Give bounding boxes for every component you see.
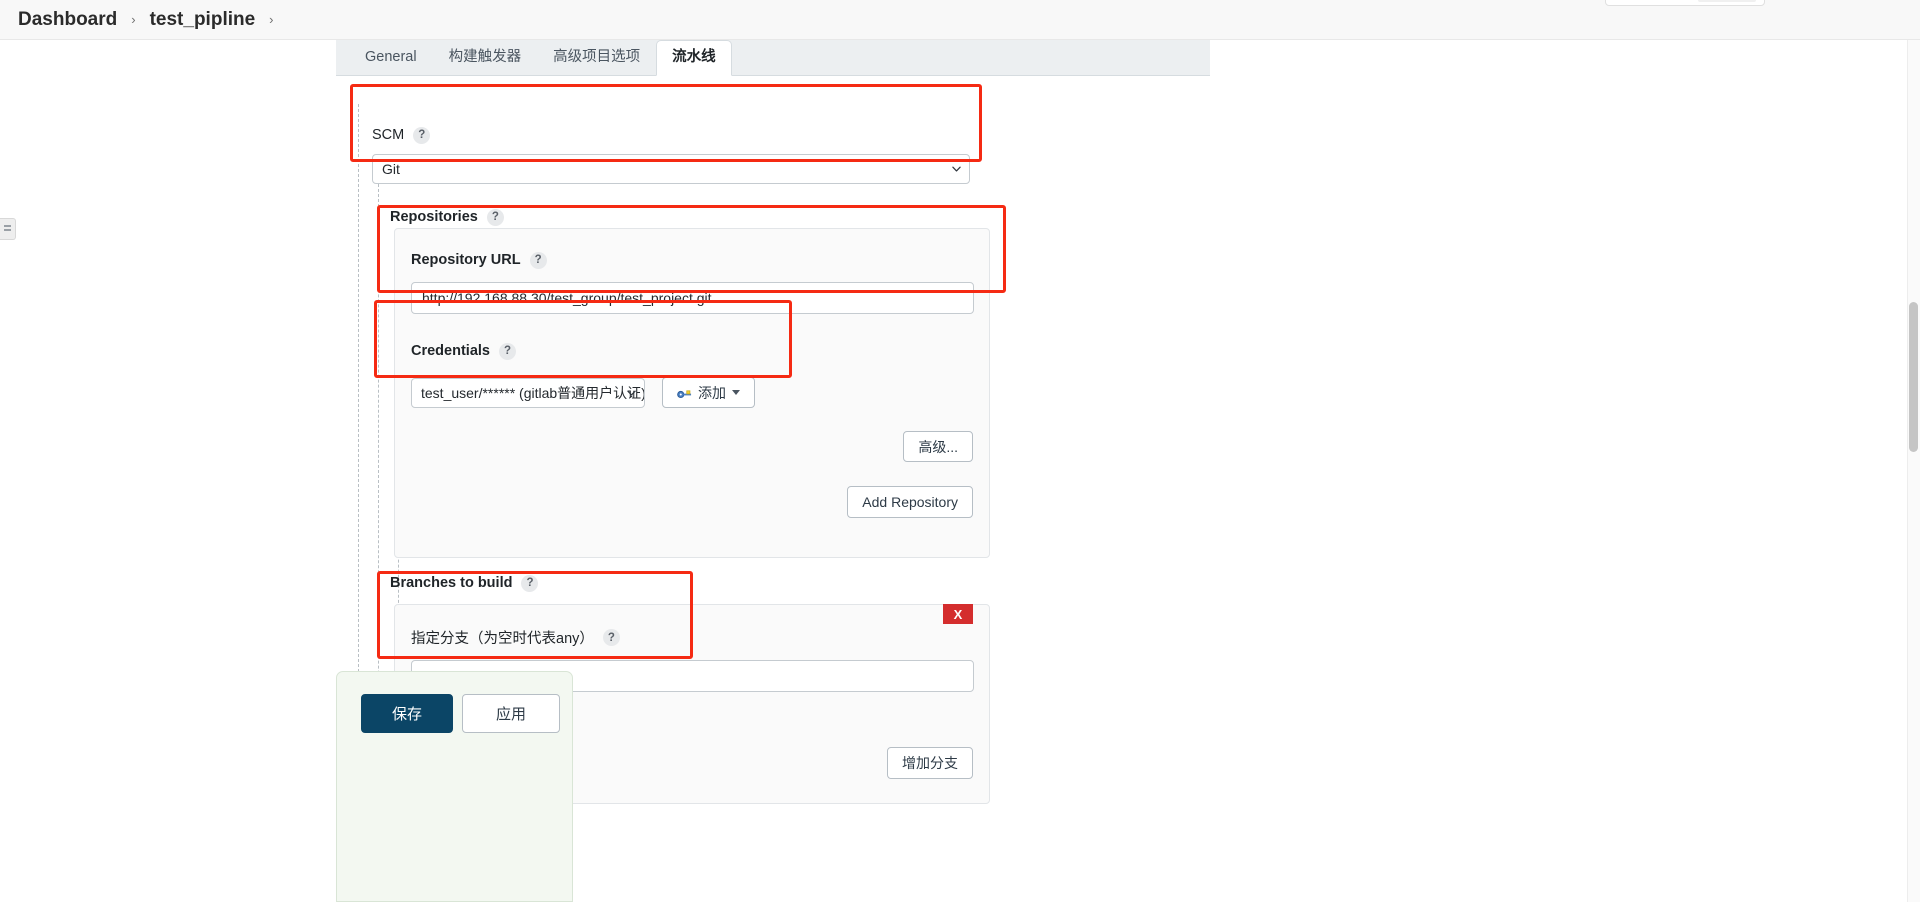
credentials-label: Credentials ? <box>411 342 516 360</box>
advanced-button[interactable]: 高级... <box>903 431 973 462</box>
sidebar-collapse-handle[interactable] <box>0 218 16 240</box>
page-background-left <box>0 40 336 902</box>
branches-label-row: Branches to build ? <box>390 574 539 592</box>
repository-url-field-wrap <box>411 282 974 314</box>
save-bar-buttons: 保存 应用 <box>361 694 561 733</box>
credentials-select[interactable]: test_user/****** (gitlab普通用户认证) <box>411 377 645 408</box>
add-credentials-button[interactable]: 添加 <box>662 377 755 408</box>
tab-advanced-project-options[interactable]: 高级项目选项 <box>537 40 656 75</box>
help-icon[interactable]: ? <box>521 574 539 592</box>
credentials-label-row: Credentials ? <box>411 342 516 360</box>
delete-branch-button[interactable]: X <box>943 604 973 624</box>
scm-label-row: SCM ? <box>372 126 431 144</box>
branch-specifier-label-text: 指定分支（为空时代表any） <box>411 631 594 647</box>
save-button[interactable]: 保存 <box>361 694 454 733</box>
tab-build-triggers[interactable]: 构建触发器 <box>433 40 538 75</box>
page-scrollbar-thumb[interactable] <box>1909 302 1918 452</box>
repository-url-input[interactable] <box>411 282 974 314</box>
floating-widget-fragment <box>1605 0 1765 6</box>
credentials-select-wrapper: test_user/****** (gitlab普通用户认证) <box>411 377 645 408</box>
repository-url-label-row: Repository URL ? <box>411 251 547 269</box>
sticky-save-bar: 保存 应用 <box>336 671 573 902</box>
branches-to-build-label: Branches to build ? <box>390 574 539 592</box>
repository-url-label: Repository URL ? <box>411 251 547 269</box>
page-scrollbar-track[interactable] <box>1907 40 1920 902</box>
help-icon[interactable]: ? <box>498 342 516 360</box>
credentials-row: test_user/****** (gitlab普通用户认证) 添加 <box>411 377 755 408</box>
breadcrumb: Dashboard › test_pipline › <box>0 0 1920 40</box>
repositories-label: Repositories ? <box>390 208 504 226</box>
repositories-label-text: Repositories <box>390 209 478 225</box>
repositories-label-row: Repositories ? <box>390 208 504 226</box>
add-branch-button[interactable]: 增加分支 <box>887 747 973 779</box>
help-icon[interactable]: ? <box>486 208 504 226</box>
help-icon[interactable]: ? <box>413 126 431 144</box>
repository-url-label-text: Repository URL <box>411 252 521 268</box>
page-background-right <box>1210 40 1907 902</box>
credentials-label-text: Credentials <box>411 343 490 359</box>
breadcrumb-item-test-pipline[interactable]: test_pipline <box>150 9 256 31</box>
repository-group-box: Repository URL ? Credentials ? test_user… <box>394 228 990 558</box>
tab-pipeline[interactable]: 流水线 <box>656 39 732 76</box>
scm-label: SCM ? <box>372 126 431 144</box>
branch-specifier-label: 指定分支（为空时代表any） ? <box>411 627 620 648</box>
add-credentials-label: 添加 <box>698 384 726 401</box>
scm-select-wrapper: Git <box>372 154 970 184</box>
scm-select[interactable]: Git <box>372 154 970 184</box>
chevron-down-icon <box>732 390 740 395</box>
branches-to-build-label-text: Branches to build <box>390 575 513 591</box>
add-repository-button[interactable]: Add Repository <box>847 486 973 518</box>
tab-general[interactable]: General <box>349 40 433 75</box>
breadcrumb-separator-2: › <box>269 12 274 27</box>
floating-widget-chip <box>1698 0 1756 2</box>
key-icon <box>677 387 692 399</box>
apply-button[interactable]: 应用 <box>462 694 561 733</box>
branch-specifier-label-row: 指定分支（为空时代表any） ? <box>411 627 620 648</box>
config-tab-strip: General 构建触发器 高级项目选项 流水线 <box>336 39 1210 76</box>
breadcrumb-item-dashboard[interactable]: Dashboard <box>18 9 117 31</box>
breadcrumb-separator-1: › <box>131 12 136 27</box>
scm-label-text: SCM <box>372 127 405 143</box>
help-icon[interactable]: ? <box>529 251 547 269</box>
help-icon[interactable]: ? <box>602 629 620 646</box>
